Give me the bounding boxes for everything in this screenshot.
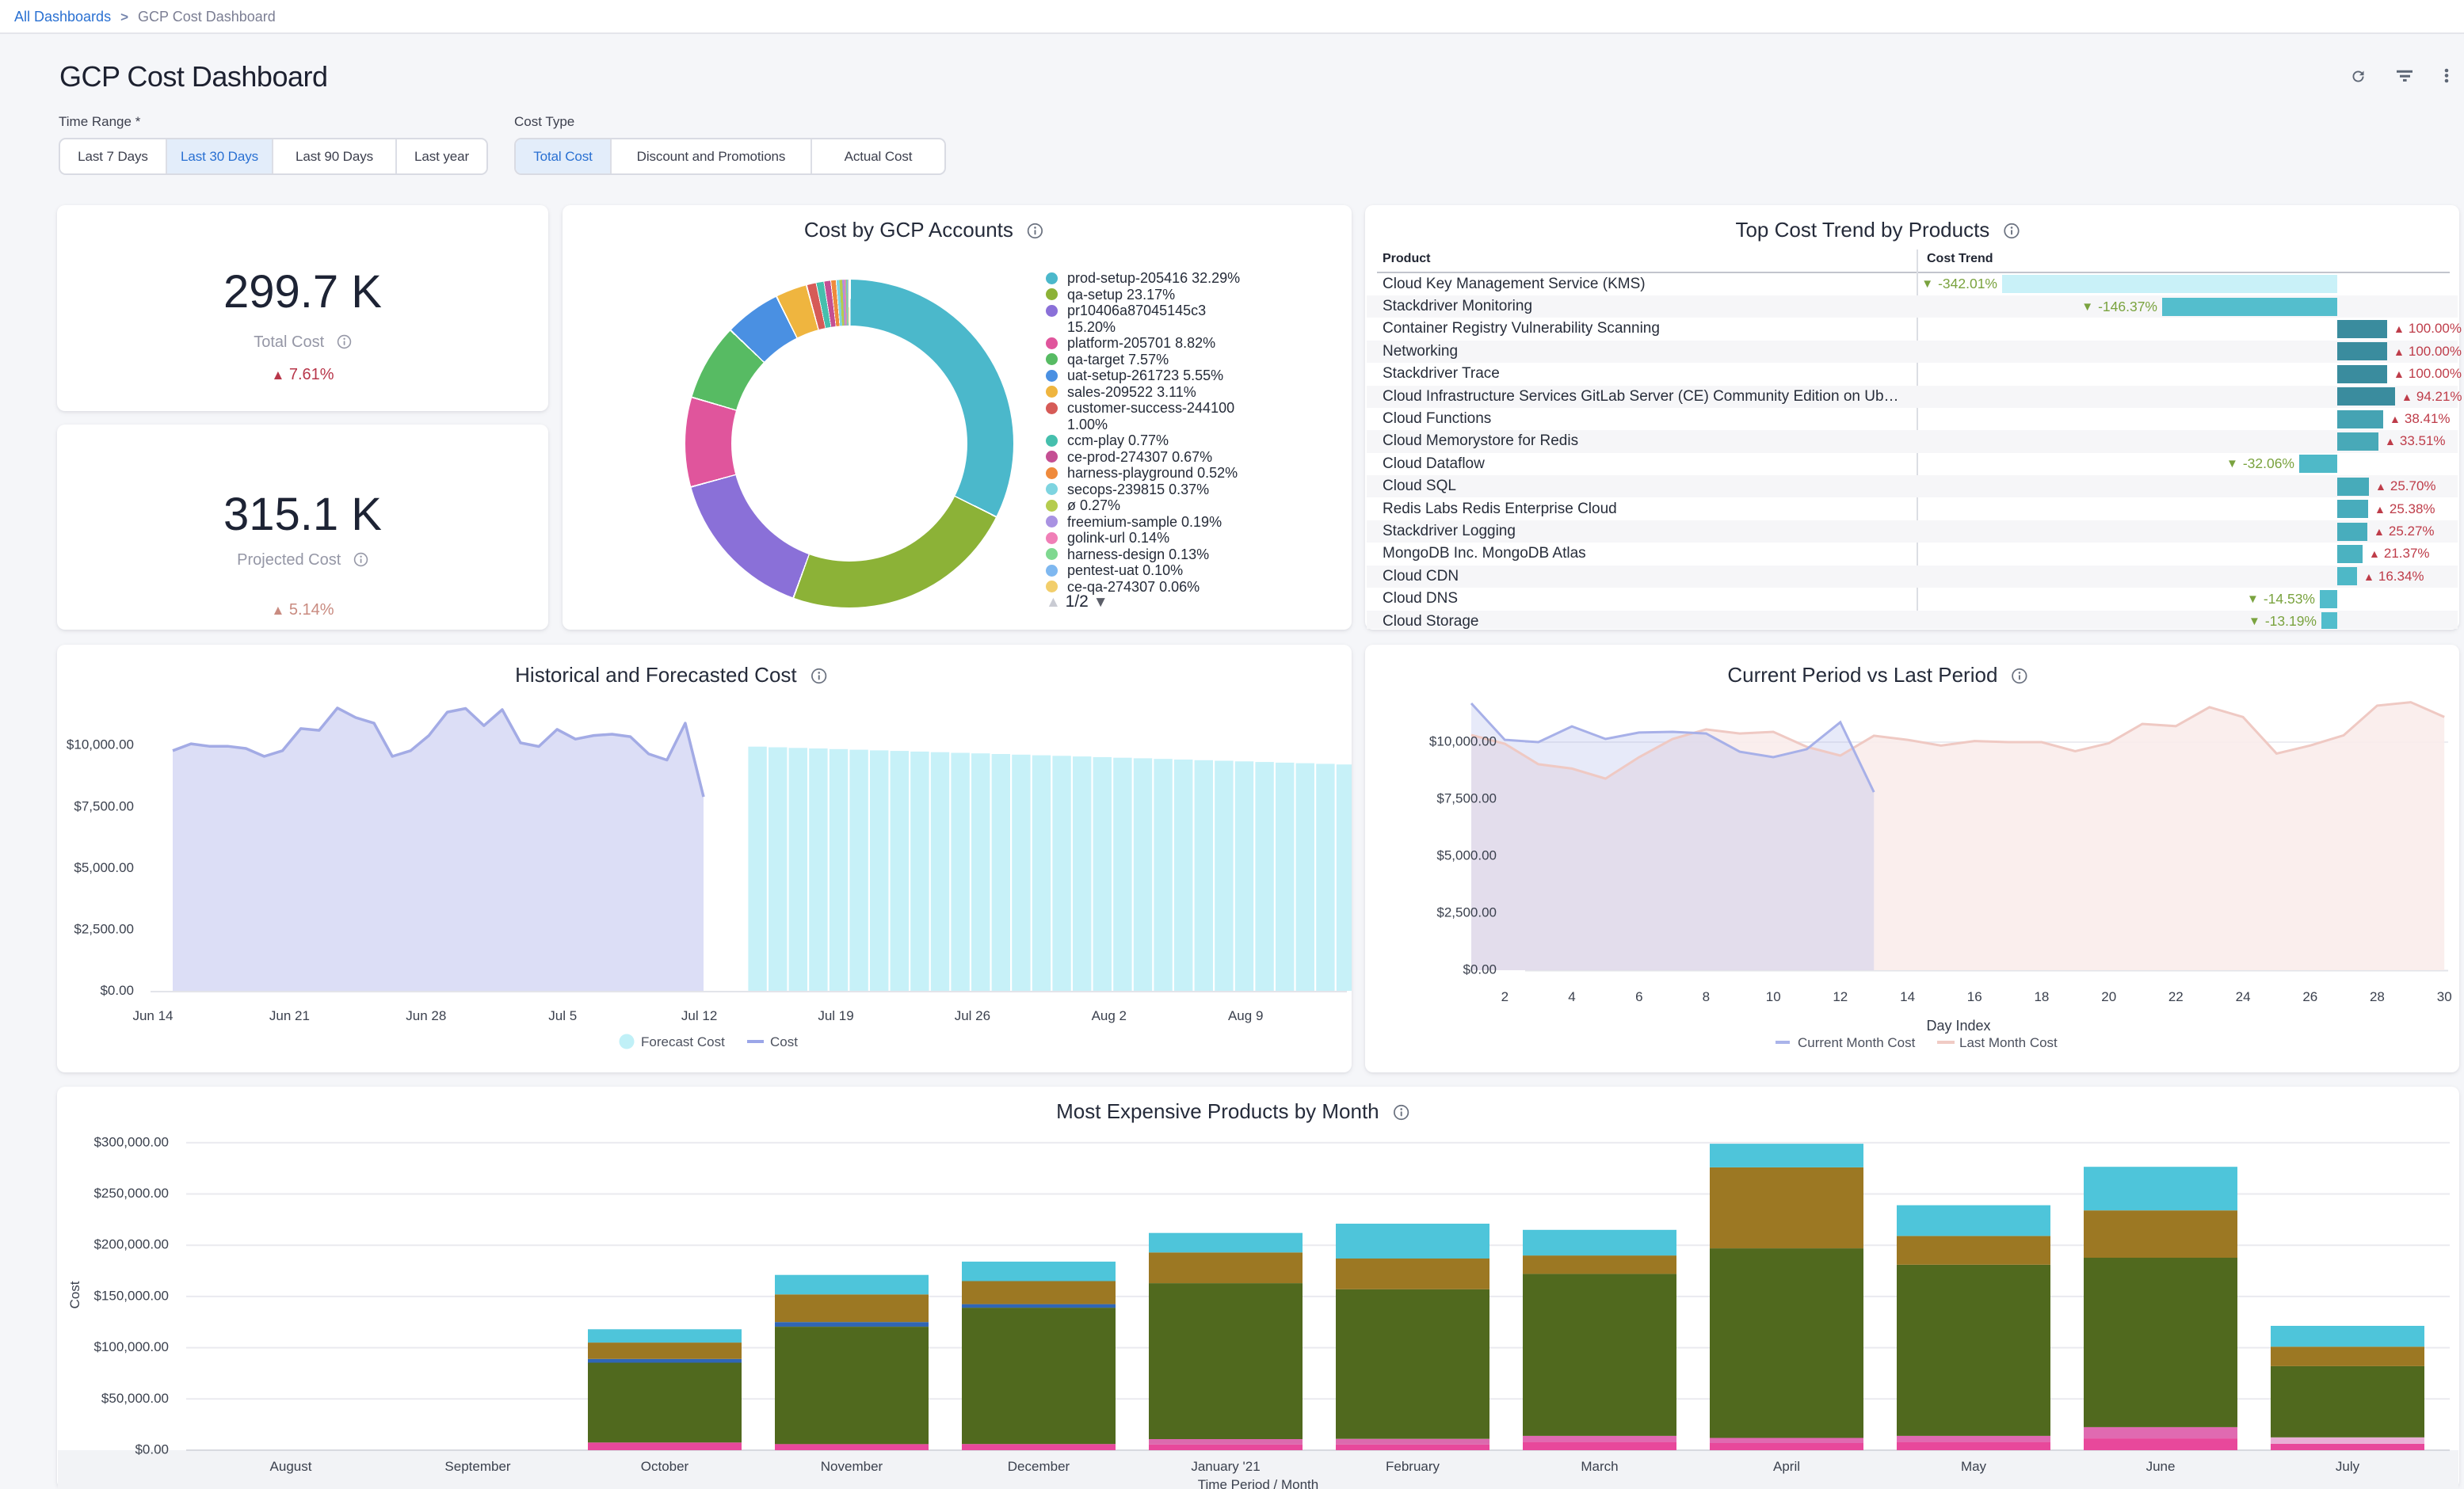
svg-text:$2,500.00: $2,500.00 [74, 921, 134, 936]
svg-text:$100,000.00: $100,000.00 [93, 1339, 169, 1354]
svg-text:$7,500.00: $7,500.00 [74, 798, 134, 813]
svg-text:December: December [1008, 1459, 1070, 1474]
svg-text:22: 22 [2168, 989, 2184, 1004]
svg-text:January '21: January '21 [1191, 1459, 1260, 1474]
svg-text:Jun 14: Jun 14 [132, 1008, 173, 1023]
svg-text:$5,000.00: $5,000.00 [1436, 847, 1497, 863]
svg-text:Current Month Cost: Current Month Cost [1798, 1035, 1916, 1050]
svg-text:$7,500.00: $7,500.00 [1436, 790, 1497, 805]
svg-text:$5,000.00: $5,000.00 [74, 860, 134, 875]
svg-text:28: 28 [2370, 989, 2385, 1004]
svg-text:8: 8 [1703, 989, 1710, 1004]
svg-text:20: 20 [2101, 989, 2116, 1004]
svg-text:Aug 9: Aug 9 [1228, 1008, 1263, 1023]
svg-text:August: August [270, 1459, 312, 1474]
svg-text:$0.00: $0.00 [100, 983, 134, 998]
svg-text:Cost: Cost [67, 1281, 82, 1308]
svg-text:Aug 2: Aug 2 [1092, 1008, 1127, 1023]
svg-text:Jun 28: Jun 28 [406, 1008, 446, 1023]
svg-text:$2,500.00: $2,500.00 [1436, 904, 1497, 920]
svg-text:Jul 12: Jul 12 [681, 1008, 717, 1023]
svg-text:June: June [2146, 1459, 2176, 1474]
svg-text:$10,000.00: $10,000.00 [67, 737, 134, 752]
svg-text:Jul 26: Jul 26 [955, 1008, 990, 1023]
svg-text:$150,000.00: $150,000.00 [93, 1288, 169, 1303]
svg-text:30: 30 [2437, 989, 2452, 1004]
svg-text:6: 6 [1635, 989, 1642, 1004]
svg-text:$0.00: $0.00 [135, 1441, 169, 1457]
svg-text:$300,000.00: $300,000.00 [93, 1134, 169, 1149]
svg-text:Jun 21: Jun 21 [269, 1008, 310, 1023]
svg-text:18: 18 [2034, 989, 2049, 1004]
svg-text:10: 10 [1766, 989, 1781, 1004]
svg-text:Jul 5: Jul 5 [548, 1008, 577, 1023]
svg-text:Jul 19: Jul 19 [818, 1008, 853, 1023]
svg-text:Cost: Cost [770, 1034, 798, 1049]
svg-text:$10,000.00: $10,000.00 [1429, 733, 1497, 748]
svg-text:March: March [1581, 1459, 1618, 1474]
svg-text:14: 14 [1900, 989, 1915, 1004]
svg-text:26: 26 [2302, 989, 2317, 1004]
svg-text:September: September [444, 1459, 510, 1474]
svg-text:May: May [1961, 1459, 1987, 1474]
svg-text:$200,000.00: $200,000.00 [93, 1237, 169, 1252]
svg-text:Last Month Cost: Last Month Cost [1959, 1035, 2058, 1050]
svg-text:July: July [2336, 1459, 2360, 1474]
svg-text:Day Index: Day Index [1926, 1018, 1990, 1034]
svg-text:12: 12 [1833, 989, 1848, 1004]
svg-text:$50,000.00: $50,000.00 [101, 1391, 169, 1406]
svg-text:April: April [1773, 1459, 1800, 1474]
svg-text:$0.00: $0.00 [1463, 962, 1497, 977]
svg-text:November: November [821, 1459, 883, 1474]
svg-text:16: 16 [1967, 989, 1982, 1004]
svg-text:2: 2 [1501, 989, 1509, 1004]
svg-text:$250,000.00: $250,000.00 [93, 1186, 169, 1201]
svg-text:24: 24 [2236, 989, 2251, 1004]
svg-text:Time Period / Month: Time Period / Month [1198, 1477, 1318, 1489]
svg-text:October: October [641, 1459, 689, 1474]
svg-text:February: February [1386, 1459, 1440, 1474]
svg-text:Forecast Cost: Forecast Cost [641, 1034, 725, 1049]
svg-text:4: 4 [1568, 989, 1575, 1004]
